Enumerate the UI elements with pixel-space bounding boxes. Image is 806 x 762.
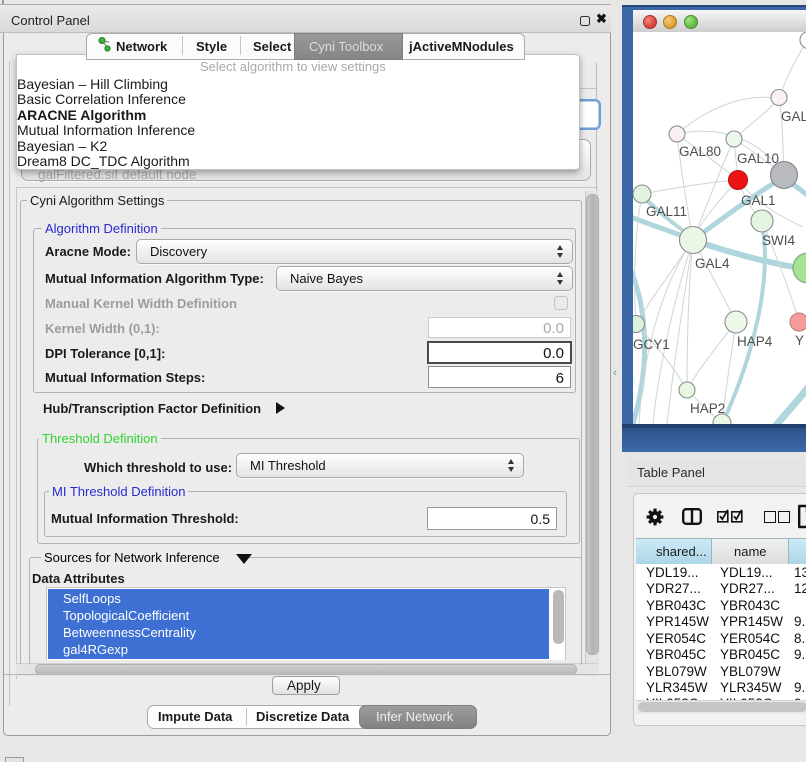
svg-text:GAL80: GAL80 <box>679 144 721 159</box>
svg-text:GAL10: GAL10 <box>737 151 779 166</box>
svg-text:Y: Y <box>795 333 804 348</box>
svg-text:GAL1: GAL1 <box>741 193 776 208</box>
svg-text:GAL7: GAL7 <box>781 109 806 124</box>
svg-text:GAL4: GAL4 <box>695 256 730 271</box>
svg-text:GAL11: GAL11 <box>646 204 687 219</box>
svg-text:GCY1: GCY1 <box>633 337 670 352</box>
svg-text:SWI4: SWI4 <box>762 233 795 248</box>
svg-text:HAP2: HAP2 <box>690 401 725 416</box>
svg-text:HAP4: HAP4 <box>737 334 773 349</box>
